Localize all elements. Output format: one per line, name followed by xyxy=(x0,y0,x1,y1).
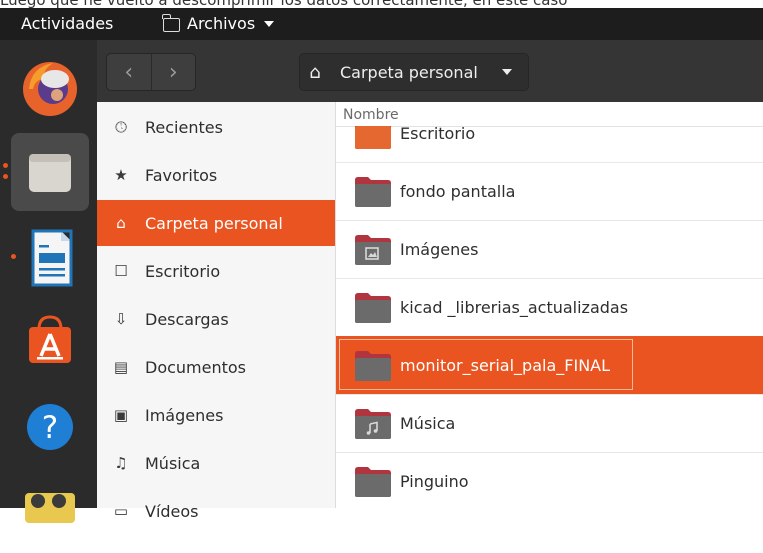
folder-icon xyxy=(355,351,391,381)
list-item[interactable]: fondo pantalla xyxy=(336,162,763,221)
file-name: Pinguino xyxy=(400,471,469,491)
star-icon: ★ xyxy=(114,166,128,184)
home-icon: ⌂ xyxy=(309,61,321,83)
running-indicator xyxy=(3,174,8,179)
download-icon: ⇩ xyxy=(114,310,128,328)
running-indicator xyxy=(3,163,8,168)
help-icon: ? xyxy=(27,404,73,450)
forward-button[interactable]: › xyxy=(150,54,196,90)
folder-icon xyxy=(355,177,391,207)
svg-text:?: ? xyxy=(42,410,58,446)
sidebar-item-imagenes[interactable]: ▣ Imágenes xyxy=(97,392,335,438)
sidebar-item-label: Descargas xyxy=(145,309,229,329)
path-dropdown-icon xyxy=(501,69,512,75)
back-button[interactable]: ‹ xyxy=(107,54,151,90)
sidebar-item-label: Recientes xyxy=(145,117,223,137)
desktop-icon: ☐ xyxy=(114,262,128,280)
sidebar-item-videos[interactable]: ▭ Vídeos xyxy=(97,488,335,534)
folder-icon xyxy=(355,467,391,497)
sidebar-item-documentos[interactable]: ▤ Documentos xyxy=(97,344,335,390)
image-icon: ▣ xyxy=(113,406,129,424)
path-bar[interactable]: ⌂ Carpeta personal xyxy=(299,53,529,91)
sidebar-item-label: Carpeta personal xyxy=(145,213,283,233)
firefox-icon xyxy=(23,62,77,116)
file-name: Música xyxy=(400,413,456,433)
dock-item-help[interactable]: ? xyxy=(11,387,89,465)
dock-item-other[interactable] xyxy=(11,471,89,549)
list-item[interactable]: Escritorio xyxy=(336,126,763,163)
running-indicator xyxy=(11,254,16,259)
sidebar-item-carpeta-personal[interactable]: ⌂ Carpeta personal xyxy=(97,200,335,246)
list-item[interactable]: Música xyxy=(336,394,763,453)
dock-item-software[interactable] xyxy=(11,303,89,381)
list-item-selected[interactable]: monitor_serial_pala_FINAL xyxy=(336,336,763,395)
column-header-name[interactable]: Nombre xyxy=(336,102,763,127)
sidebar-item-descargas[interactable]: ⇩ Descargas xyxy=(97,296,335,342)
dock-item-writer[interactable] xyxy=(11,219,89,297)
activities-button[interactable]: Actividades xyxy=(21,14,113,33)
pictures-folder-icon xyxy=(355,235,391,265)
background-text: Luego que he vuelto a descomprimir los d… xyxy=(0,0,763,8)
sidebar-item-label: Imágenes xyxy=(145,405,224,425)
file-name: Escritorio xyxy=(400,126,476,143)
list-item[interactable]: Imágenes xyxy=(336,220,763,279)
other-app-icon xyxy=(25,493,75,523)
home-icon: ⌂ xyxy=(116,214,126,232)
video-icon: ▭ xyxy=(113,502,129,520)
dock-item-firefox[interactable] xyxy=(11,49,89,127)
file-name: monitor_serial_pala_FINAL xyxy=(400,355,611,375)
sidebar-item-favoritos[interactable]: ★ Favoritos xyxy=(97,152,335,198)
file-list: Escritorio fondo pantalla Imágenes kicad… xyxy=(336,126,763,508)
list-item[interactable]: Pinguino xyxy=(336,452,763,508)
folder-icon xyxy=(355,293,391,323)
sidebar: 🕔︎ Recientes ★ Favoritos ⌂ Carpeta perso… xyxy=(97,102,336,521)
header-bar: ‹ › ⌂ Carpeta personal xyxy=(97,40,763,102)
sidebar-item-label: Escritorio xyxy=(145,261,221,281)
app-menu[interactable]: Archivos xyxy=(162,13,275,33)
files-icon xyxy=(29,154,71,192)
dropdown-arrow-icon xyxy=(264,20,275,27)
music-icon: ♫ xyxy=(114,454,128,472)
file-name: fondo pantalla xyxy=(400,181,516,201)
music-folder-icon xyxy=(355,409,391,439)
folder-icon xyxy=(162,13,180,32)
top-bar: Actividades Archivos xyxy=(0,8,763,40)
file-name: Imágenes xyxy=(400,239,479,259)
path-label: Carpeta personal xyxy=(340,62,478,82)
sidebar-item-label: Música xyxy=(145,453,201,473)
document-icon: ▤ xyxy=(113,358,129,376)
sidebar-item-recientes[interactable]: 🕔︎ Recientes xyxy=(97,104,335,150)
dock: ? xyxy=(0,40,97,523)
clock-icon: 🕔︎ xyxy=(115,118,127,136)
sidebar-item-label: Favoritos xyxy=(145,165,218,185)
file-name: kicad _librerias_actualizadas xyxy=(400,297,629,317)
sidebar-item-musica[interactable]: ♫ Música xyxy=(97,440,335,486)
desktop-folder-icon xyxy=(355,126,391,149)
dock-item-files[interactable] xyxy=(11,133,89,211)
navigation-buttons: ‹ › xyxy=(106,53,196,91)
sidebar-item-label: Vídeos xyxy=(145,501,199,521)
column-header-label: Nombre xyxy=(343,107,399,123)
app-menu-label: Archivos xyxy=(187,14,256,33)
software-center-icon xyxy=(29,315,71,363)
sidebar-item-escritorio[interactable]: ☐ Escritorio xyxy=(97,248,335,294)
list-item[interactable]: kicad _librerias_actualizadas xyxy=(336,278,763,337)
sidebar-item-label: Documentos xyxy=(145,357,247,377)
libreoffice-writer-icon xyxy=(31,229,73,287)
